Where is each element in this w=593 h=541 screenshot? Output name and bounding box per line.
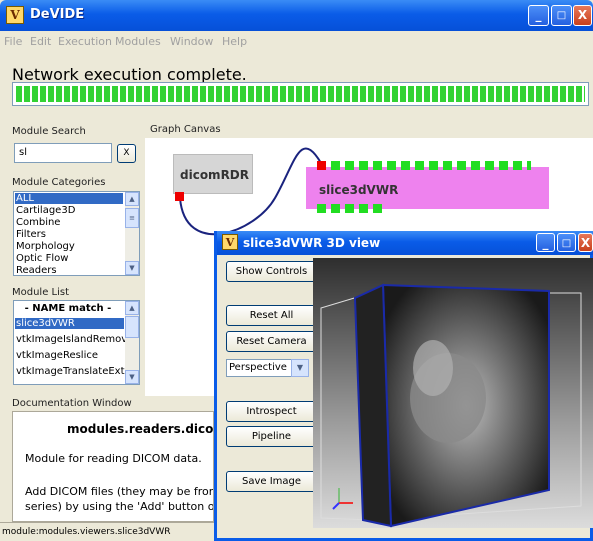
doc-line: Module for reading DICOM data. [25, 452, 202, 465]
module-label: dicomRDR [180, 168, 250, 182]
maximize-button[interactable]: □ [551, 5, 572, 26]
scroll-thumb[interactable]: ≡ [125, 208, 139, 228]
axes-icon [332, 488, 353, 510]
doc-line: series) by using the 'Add' button or [25, 500, 214, 513]
clear-search-button[interactable]: X [117, 144, 136, 163]
view3d-title-bar: V slice3dVWR 3D view _ □ X [217, 231, 593, 255]
category-item[interactable]: Readers [16, 265, 57, 275]
documentation-header: Documentation Window [12, 398, 132, 409]
module-label: slice3dVWR [319, 183, 399, 197]
category-item[interactable]: Combine [16, 217, 60, 228]
maximize-button[interactable]: □ [557, 233, 576, 252]
module-item[interactable]: vtkImageTranslateExten [16, 366, 137, 377]
introspect-button[interactable]: Introspect [226, 401, 317, 422]
menu-modules[interactable]: Modules [115, 35, 161, 48]
list-heading: - NAME match - [24, 303, 112, 314]
pipeline-button[interactable]: Pipeline [226, 426, 317, 447]
module-list-header: Module List [12, 287, 70, 298]
window-title: DeVIDE [30, 7, 85, 22]
progress-fill [16, 86, 585, 102]
projection-select[interactable]: Perspective [226, 359, 301, 377]
close-button[interactable]: X [578, 233, 593, 252]
menu-bar: File Edit Execution Modules Window Help [0, 31, 593, 51]
bottom-status-text: module:modules.viewers.slice3dVWR [2, 527, 171, 537]
module-item[interactable]: vtkImageReslice [16, 350, 98, 361]
module-categories-header: Module Categories [12, 177, 106, 188]
category-item[interactable]: Filters [16, 229, 46, 240]
input-port[interactable] [317, 161, 326, 170]
app-icon: V [6, 6, 24, 24]
menu-file[interactable]: File [4, 35, 22, 48]
slice3d-view-window: V slice3dVWR 3D view _ □ X Show Controls… [214, 231, 593, 541]
render-view[interactable] [313, 258, 593, 528]
category-item[interactable]: Cartilage3D [16, 205, 75, 216]
category-scrollbar[interactable]: ▲ ≡ ▼ [125, 192, 139, 275]
module-dicomrdr[interactable]: dicomRDR [173, 154, 253, 194]
minimize-button[interactable]: _ [536, 233, 555, 252]
output-ports-row[interactable] [317, 204, 382, 213]
bottom-status-bar: module:modules.viewers.slice3dVWR [0, 522, 214, 541]
documentation-panel: modules.readers.dicomR Module for readin… [12, 411, 214, 522]
scroll-down-icon[interactable]: ▼ [125, 261, 139, 275]
view3d-title: slice3dVWR 3D view [243, 236, 381, 250]
scroll-thumb[interactable] [125, 316, 139, 338]
title-bar: V DeVIDE _ □ X [0, 0, 593, 31]
module-item[interactable]: vtkImageIslandRemoval [16, 334, 136, 345]
module-item-selected[interactable]: slice3dVWR [15, 318, 124, 329]
output-port[interactable] [175, 192, 184, 201]
close-button[interactable]: X [573, 5, 592, 26]
reset-camera-button[interactable]: Reset Camera [226, 331, 317, 352]
reset-all-button[interactable]: Reset All [226, 305, 317, 326]
menu-edit[interactable]: Edit [30, 35, 51, 48]
progress-bar [12, 82, 589, 106]
save-image-button[interactable]: Save Image [226, 471, 317, 492]
module-search-header: Module Search [12, 126, 86, 137]
chevron-down-icon[interactable]: ▼ [291, 359, 309, 377]
category-list[interactable]: ALL Cartilage3D Combine Filters Morpholo… [13, 191, 140, 276]
search-input[interactable]: sl [14, 143, 112, 163]
input-ports-row[interactable] [331, 161, 531, 170]
category-item[interactable]: Optic Flow [16, 253, 68, 264]
menu-execution[interactable]: Execution [58, 35, 112, 48]
menu-help[interactable]: Help [222, 35, 247, 48]
category-item[interactable]: Morphology [16, 241, 75, 252]
minimize-button[interactable]: _ [528, 5, 549, 26]
category-item-all[interactable]: ALL [15, 193, 123, 204]
app-icon: V [222, 234, 238, 250]
scroll-up-icon[interactable]: ▲ [125, 301, 139, 315]
show-controls-button[interactable]: Show Controls [226, 261, 317, 282]
scroll-down-icon[interactable]: ▼ [125, 370, 139, 384]
module-list[interactable]: - NAME match - slice3dVWR vtkImageIsland… [13, 300, 140, 385]
volume-render [320, 283, 582, 528]
doc-title: modules.readers.dicomR [67, 422, 214, 436]
scroll-up-icon[interactable]: ▲ [125, 192, 139, 206]
module-slice3dvwr[interactable]: slice3dVWR [306, 167, 549, 209]
module-list-scrollbar[interactable]: ▲ ▼ [125, 301, 139, 384]
doc-line: Add DICOM files (they may be from [25, 485, 214, 498]
menu-window[interactable]: Window [170, 35, 213, 48]
graph-canvas-header: Graph Canvas [150, 124, 221, 135]
